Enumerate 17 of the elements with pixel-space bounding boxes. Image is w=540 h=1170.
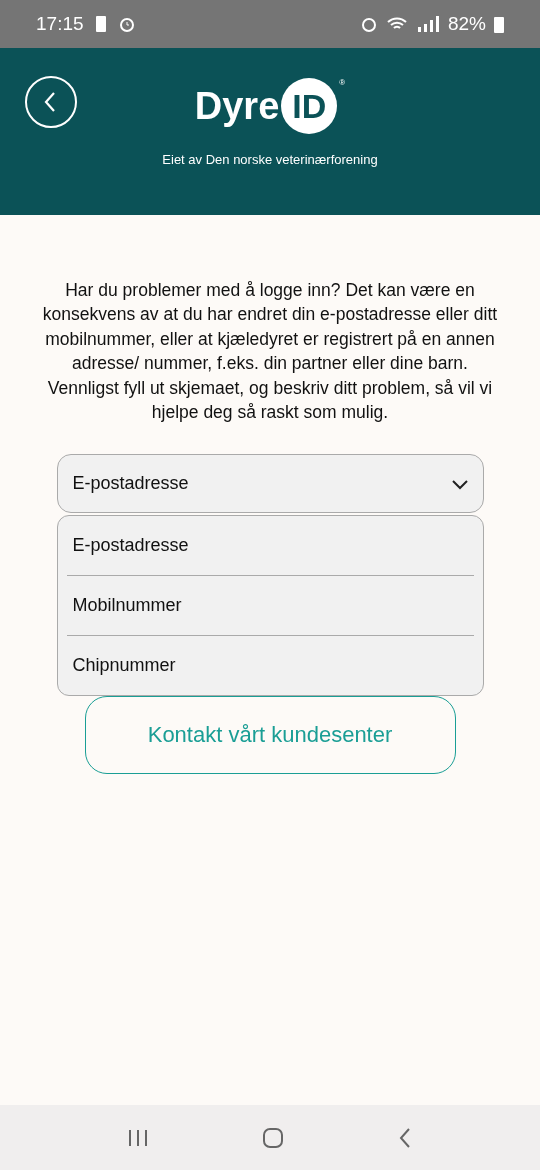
clock-time: 17:15: [36, 13, 84, 35]
dropdown-option[interactable]: Chipnummer: [66, 636, 474, 696]
logo-wordmark: Dyre: [194, 84, 280, 128]
back-button[interactable]: [25, 76, 77, 128]
battery-icon: [494, 15, 504, 33]
type-select[interactable]: E-postadresse: [56, 454, 484, 514]
signal-icon: [415, 15, 440, 33]
header-subtitle: Eiet av Den norske veterinærforening: [162, 152, 378, 167]
recent-apps-icon[interactable]: [126, 1127, 149, 1148]
dropdown-option[interactable]: E-postadresse: [66, 516, 474, 577]
intro-text: Har du problemer med å logge inn? Det kan være en konsekvens av at du har endret din e-postadresse eller ditt mobilnummer, eller at kjæledyret er registrert på en annen adresse/ nummer, f.eks. din partner eller dine barn. Vennligst fyll ut skjemaet, og beskriv ditt problem, så vil vi hjelpe deg så raskt som mulig.: [41, 279, 499, 425]
battery-percent: 82%: [447, 13, 486, 35]
chevron-down-icon: [450, 477, 469, 490]
home-icon[interactable]: [262, 1126, 284, 1149]
registered-mark: ®: [339, 78, 346, 87]
dropdown-option[interactable]: Mobilnummer: [66, 576, 474, 637]
logo-badge: ID: [281, 78, 338, 134]
